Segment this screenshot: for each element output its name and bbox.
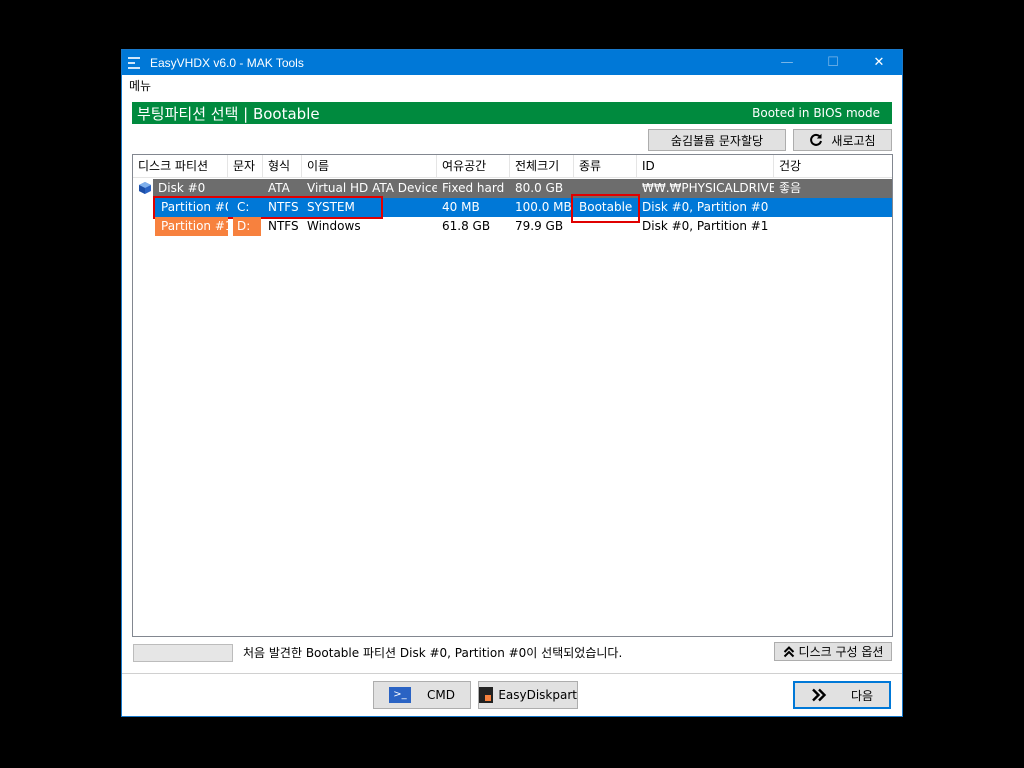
progress-box <box>133 644 233 662</box>
column-header-partition[interactable]: 디스크 파티션 <box>133 155 228 177</box>
window-title: EasyVHDX v6.0 - MAK Tools <box>150 55 304 70</box>
table-row-partition1[interactable]: Partition #1 D: NTFS Windows 61.8 GB 79.… <box>133 217 892 236</box>
cell-total: 80.0 GB <box>515 181 564 195</box>
menu-bar: 메뉴 <box>122 75 902 96</box>
hidden-volume-letter-label: 숨김볼륨 문자할당 <box>670 133 764 148</box>
cell-letter: D: <box>237 219 251 233</box>
cell-id: ₩₩.₩PHYSICALDRIVE0 <box>642 181 774 195</box>
easydiskpart-label: EasyDiskpart <box>498 688 577 702</box>
cell-name: Windows <box>307 219 361 233</box>
list-header: 디스크 파티션 문자 형식 이름 여유공간 전체크기 종류 ID 건강 <box>133 155 892 178</box>
cell-format: NTFS <box>268 219 299 233</box>
powershell-icon: >_ <box>389 687 411 703</box>
column-header-format[interactable]: 형식 <box>263 155 302 177</box>
banner-title: 부팅파티션 선택 | Bootable <box>137 104 320 123</box>
disk-options-button[interactable]: 디스크 구성 옵션 <box>774 642 892 661</box>
cell-id: Disk #0, Partition #1 <box>642 219 769 233</box>
refresh-icon <box>810 133 823 146</box>
status-message: 처음 발견한 Bootable 파티션 Disk #0, Partition #… <box>243 646 623 660</box>
next-label: 다음 <box>850 688 874 703</box>
column-header-free[interactable]: 여유공간 <box>437 155 510 177</box>
cell-free: Fixed hard <box>442 181 505 195</box>
highlight-partition-row <box>153 196 383 219</box>
column-header-name[interactable]: 이름 <box>302 155 437 177</box>
next-button[interactable]: 다음 <box>793 681 891 709</box>
main-window: EasyVHDX v6.0 - MAK Tools — ☐ ✕ 메뉴 부팅파티션… <box>121 49 903 717</box>
close-button[interactable]: ✕ <box>856 50 902 75</box>
minimize-button[interactable]: — <box>764 50 810 75</box>
cmd-button[interactable]: >_ CMD <box>373 681 471 709</box>
step-banner: 부팅파티션 선택 | Bootable Booted in BIOS mode <box>132 102 892 124</box>
easydiskpart-button[interactable]: EasyDiskpart <box>478 681 578 709</box>
title-bar[interactable]: EasyVHDX v6.0 - MAK Tools — ☐ ✕ <box>122 50 902 75</box>
menu-item-menu[interactable]: 메뉴 <box>129 77 151 94</box>
refresh-button[interactable]: 새로고침 <box>793 129 892 151</box>
easydiskpart-icon <box>479 687 494 703</box>
double-chevron-right-icon <box>812 688 827 702</box>
column-header-type[interactable]: 종류 <box>574 155 637 177</box>
refresh-label: 새로고침 <box>831 133 876 148</box>
cell-id: Disk #0, Partition #0 <box>642 200 769 214</box>
column-header-total[interactable]: 전체크기 <box>510 155 574 177</box>
cell-total: 100.0 MB <box>515 200 572 214</box>
app-icon <box>128 56 140 69</box>
cmd-label: CMD <box>427 688 455 702</box>
cell-total: 79.9 GB <box>515 219 564 233</box>
disk-options-label: 디스크 구성 옵션 <box>798 645 884 659</box>
window-controls: — ☐ ✕ <box>764 50 902 75</box>
maximize-button[interactable]: ☐ <box>810 50 856 75</box>
partition-list[interactable]: 디스크 파티션 문자 형식 이름 여유공간 전체크기 종류 ID 건강 Disk… <box>132 154 893 637</box>
cell-health: 좋음 <box>779 181 802 195</box>
hidden-volume-letter-button[interactable]: 숨김볼륨 문자할당 <box>648 129 786 151</box>
disk-icon <box>139 182 151 194</box>
column-header-health[interactable]: 건강 <box>774 155 892 177</box>
cell-free: 40 MB <box>442 200 480 214</box>
double-chevron-up-icon <box>783 645 794 657</box>
column-header-letter[interactable]: 문자 <box>228 155 263 177</box>
column-header-id[interactable]: ID <box>637 155 774 177</box>
boot-mode-label: Booted in BIOS mode <box>752 106 880 120</box>
cell-free: 61.8 GB <box>442 219 491 233</box>
cell-partition: Partition #1 <box>161 219 228 233</box>
